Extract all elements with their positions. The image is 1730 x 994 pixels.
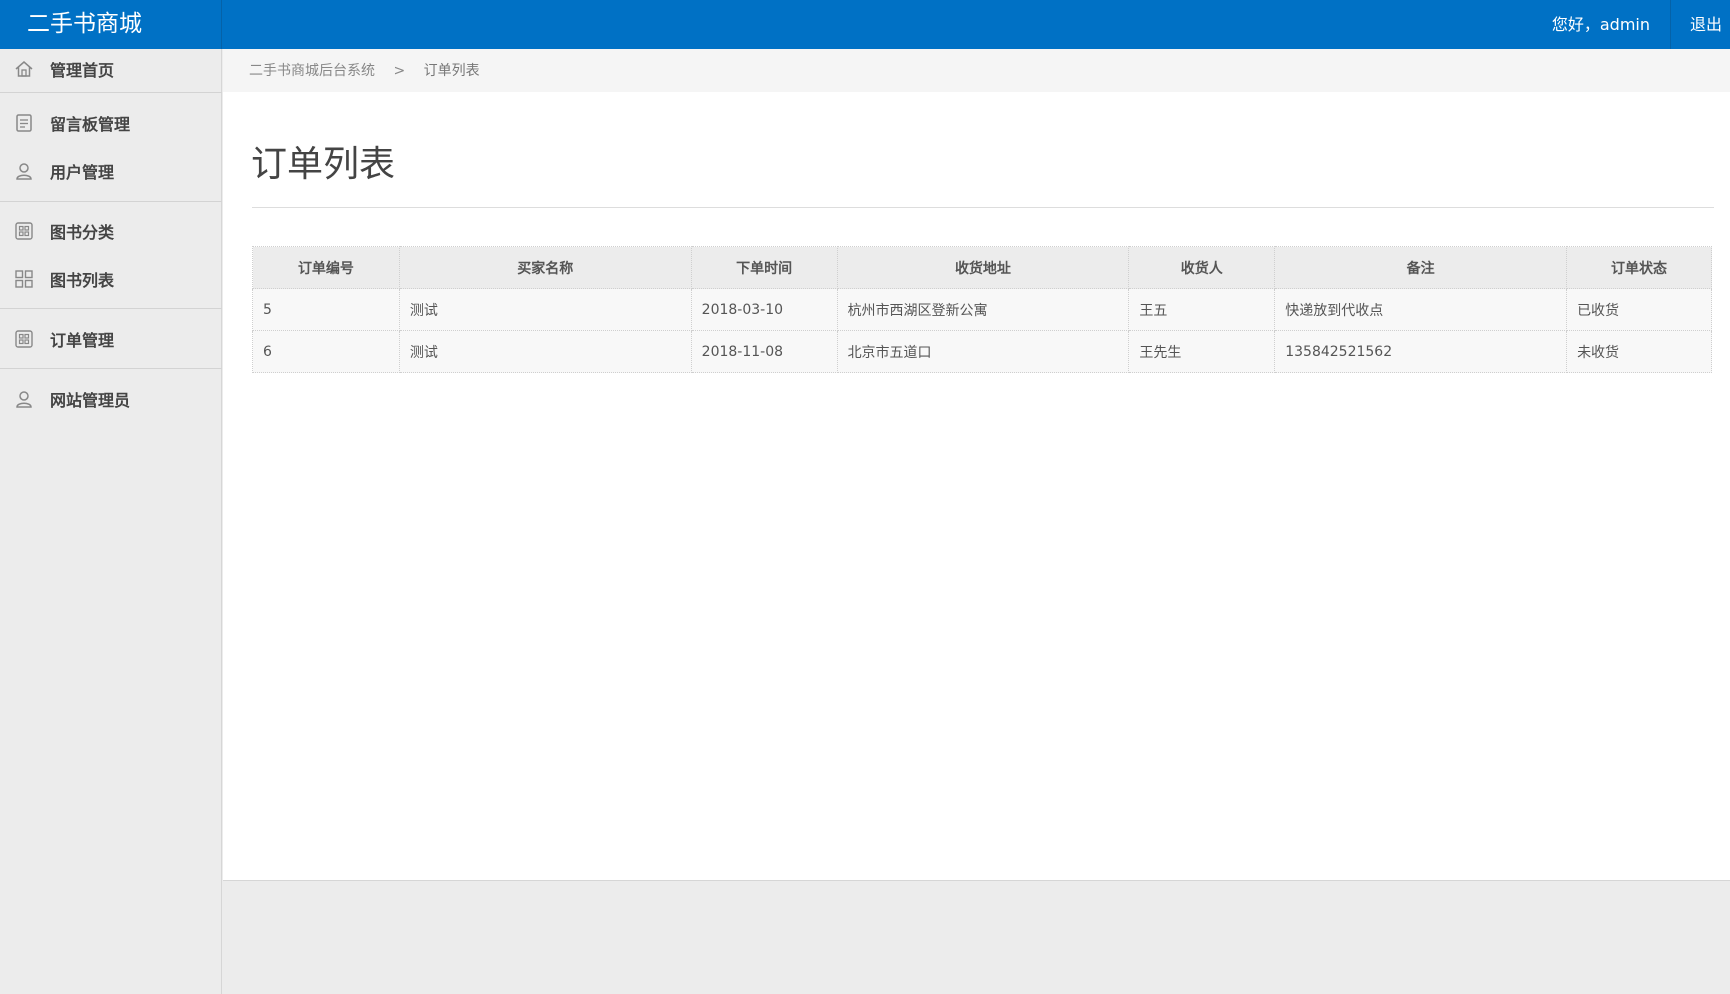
sidebar-item-label: 留言板管理 xyxy=(50,115,131,134)
sidebar-item-guestbook[interactable]: 留言板管理 xyxy=(0,103,222,143)
column-header: 订单编号 xyxy=(252,246,400,289)
sidebar-item-label: 图书列表 xyxy=(50,271,115,290)
column-header: 订单状态 xyxy=(1566,246,1712,289)
receiver-cell: 王五 xyxy=(1128,288,1276,331)
status-cell: 已收货 xyxy=(1566,288,1712,331)
sidebar-divider xyxy=(0,201,222,202)
receiver-cell: 王先生 xyxy=(1128,330,1276,373)
sidebar-item-label: 用户管理 xyxy=(50,163,115,182)
column-header: 下单时间 xyxy=(690,246,838,289)
address-cell: 杭州市西湖区登新公寓 xyxy=(836,288,1130,331)
orders-table: 订单编号 买家名称 下单时间 收货地址 收货人 备注 订单状态 5 测试 201… xyxy=(252,246,1712,373)
table-row: 5 测试 2018-03-10 杭州市西湖区登新公寓 王五 快递放到代收点 已收… xyxy=(252,288,1712,331)
table-header-row: 订单编号 买家名称 下单时间 收货地址 收货人 备注 订单状态 xyxy=(252,246,1712,289)
remark-cell: 快递放到代收点 xyxy=(1274,288,1568,331)
document-icon xyxy=(12,111,36,135)
grid-box-icon xyxy=(12,219,36,243)
sidebar-item-book-categories[interactable]: 图书分类 xyxy=(0,211,222,251)
order-time-cell: 2018-03-10 xyxy=(690,288,838,331)
breadcrumb: 二手书商城后台系统 > 订单列表 xyxy=(223,49,1730,92)
order-time-cell: 2018-11-08 xyxy=(690,330,838,373)
column-header: 买家名称 xyxy=(398,246,692,289)
brand-title[interactable]: 二手书商城 xyxy=(0,0,222,49)
column-header: 收货地址 xyxy=(836,246,1130,289)
breadcrumb-separator: > xyxy=(393,63,406,79)
order-id-cell: 6 xyxy=(252,330,400,373)
sidebar-item-label: 管理首页 xyxy=(50,61,115,80)
logout-button[interactable]: 退出 xyxy=(1690,0,1722,49)
sidebar-item-label: 订单管理 xyxy=(50,331,115,350)
user-icon xyxy=(12,387,36,411)
status-cell: 未收货 xyxy=(1566,330,1712,373)
address-cell: 北京市五道口 xyxy=(836,330,1130,373)
top-bar: 二手书商城 您好，admin 退出 xyxy=(0,0,1730,49)
sidebar-item-site-admin[interactable]: 网站管理员 xyxy=(0,379,222,419)
sidebar-item-label: 图书分类 xyxy=(50,223,115,242)
sidebar-item-users[interactable]: 用户管理 xyxy=(0,151,222,191)
sidebar: 管理首页 留言板管理 用户管理 图书分类 图书列表 订单管理 网站管理员 xyxy=(0,49,222,994)
main-content: 二手书商城后台系统 > 订单列表 订单列表 订单编号 买家名称 下单时间 收货地… xyxy=(223,49,1730,881)
sidebar-item-label: 网站管理员 xyxy=(50,391,131,410)
grid-icon xyxy=(12,267,36,291)
title-divider xyxy=(252,207,1714,208)
sidebar-item-book-list[interactable]: 图书列表 xyxy=(0,259,222,299)
column-header: 备注 xyxy=(1274,246,1568,289)
sidebar-divider xyxy=(0,368,222,369)
user-icon xyxy=(12,159,36,183)
sidebar-divider xyxy=(0,92,222,93)
buyer-name-cell: 测试 xyxy=(398,330,692,373)
sidebar-item-orders[interactable]: 订单管理 xyxy=(0,319,222,359)
breadcrumb-current: 订单列表 xyxy=(423,63,480,79)
sidebar-divider xyxy=(0,308,222,309)
page-title: 订单列表 xyxy=(251,144,396,185)
user-greeting: 您好，admin xyxy=(1551,15,1650,34)
column-header: 收货人 xyxy=(1128,246,1276,289)
buyer-name-cell: 测试 xyxy=(398,288,692,331)
remark-cell: 135842521562 xyxy=(1274,330,1568,373)
order-id-cell: 5 xyxy=(252,288,400,331)
grid-box-icon xyxy=(12,327,36,351)
breadcrumb-root[interactable]: 二手书商城后台系统 xyxy=(249,63,375,79)
table-row: 6 测试 2018-11-08 北京市五道口 王先生 135842521562 … xyxy=(252,330,1712,373)
sidebar-item-home[interactable]: 管理首页 xyxy=(0,49,222,89)
header-divider xyxy=(1670,0,1671,49)
home-icon xyxy=(12,57,36,81)
